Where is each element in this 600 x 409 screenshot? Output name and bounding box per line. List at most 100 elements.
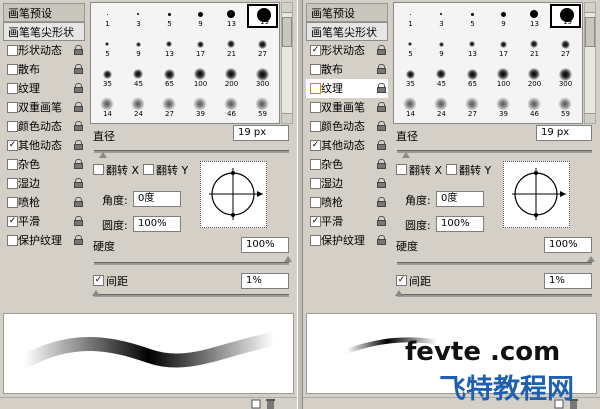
checkbox-icon[interactable]: ✓ [310,140,321,151]
lock-icon[interactable] [377,45,386,55]
brush-preset[interactable]: 5 [154,4,185,28]
checkbox-icon[interactable] [310,197,321,208]
trash-icon[interactable] [266,399,275,409]
flip-y-checkbox[interactable] [446,164,457,175]
checkbox-icon[interactable] [7,197,18,208]
lock-icon[interactable] [74,235,83,245]
sidebar-item[interactable]: 湿边 [306,174,388,193]
sidebar-item[interactable]: 纹理 [306,79,388,98]
sidebar-item[interactable]: 喷枪 [3,193,85,212]
scroll-arrow-icon[interactable] [585,113,595,123]
brush-preset[interactable]: 5 [395,34,426,58]
brush-preset[interactable]: 17 [185,34,216,58]
brush-preset[interactable]: 9 [185,4,216,28]
lock-icon[interactable] [74,64,83,74]
brush-preset[interactable]: 59 [550,94,581,118]
lock-icon[interactable] [377,121,386,131]
brush-preset[interactable]: 100 [185,64,216,88]
angle-input[interactable]: 0度 [436,191,484,207]
diameter-slider[interactable] [94,150,289,153]
checkbox-icon[interactable] [7,102,18,113]
brush-preset[interactable]: 14 [395,94,426,118]
lock-icon[interactable] [74,121,83,131]
lock-icon[interactable] [377,197,386,207]
scroll-arrow-icon[interactable] [282,3,292,13]
sidebar-item[interactable]: 散布 [3,60,85,79]
checkbox-icon[interactable] [7,64,18,75]
brush-preset[interactable]: 21 [519,34,550,58]
brush-preset[interactable]: 39 [488,94,519,118]
brush-preset[interactable]: 9 [123,34,154,58]
brush-preset[interactable]: 35 [92,64,123,88]
sidebar-item[interactable]: ✓ 其他动态 [306,136,388,155]
checkbox-icon[interactable] [7,83,18,94]
flip-y-checkbox[interactable] [143,164,154,175]
brush-preset[interactable]: 39 [185,94,216,118]
brush-angle-wheel[interactable] [503,161,570,228]
brush-grid-scrollbar[interactable] [281,2,293,124]
roundness-input[interactable]: 100% [133,216,181,232]
checkbox-icon[interactable]: ✓ [7,140,18,151]
brush-preset[interactable]: 59 [247,94,278,118]
brush-preset[interactable]: 9 [488,4,519,28]
brush-preset[interactable]: 21 [216,34,247,58]
sidebar-item[interactable]: 杂色 [306,155,388,174]
brush-preset[interactable]: 27 [154,94,185,118]
brush-preset[interactable]: 65 [457,64,488,88]
slider-thumb-icon[interactable] [395,290,403,296]
lock-icon[interactable] [74,83,83,93]
sidebar-item[interactable]: 画笔预设 [3,3,85,22]
brush-preset[interactable]: 19 [247,4,278,28]
scroll-arrow-icon[interactable] [585,3,595,13]
sidebar-item[interactable]: 颜色动态 [306,117,388,136]
roundness-input[interactable]: 100% [436,216,484,232]
diameter-slider[interactable] [397,150,592,153]
sidebar-item[interactable]: 画笔笔尖形状 [306,22,388,41]
brush-preset[interactable]: 5 [457,4,488,28]
brush-preset[interactable]: 65 [154,64,185,88]
brush-preset[interactable]: 19 [550,4,581,28]
brush-preset[interactable]: 300 [550,64,581,88]
lock-icon[interactable] [377,140,386,150]
brush-preset[interactable]: 45 [426,64,457,88]
lock-icon[interactable] [74,102,83,112]
spacing-slider[interactable] [94,294,289,297]
scroll-thumb[interactable] [282,17,292,47]
lock-icon[interactable] [74,197,83,207]
checkbox-icon[interactable]: ✓ [7,216,18,227]
brush-preset[interactable]: 27 [550,34,581,58]
sidebar-item[interactable]: 喷枪 [306,193,388,212]
hardness-slider[interactable] [94,262,289,265]
brush-preset[interactable]: 3 [426,4,457,28]
slider-thumb-icon[interactable] [284,256,292,262]
lock-icon[interactable] [74,140,83,150]
flip-x-checkbox[interactable] [93,164,104,175]
brush-preset[interactable]: 13 [216,4,247,28]
sidebar-item[interactable]: ✓ 其他动态 [3,136,85,155]
sidebar-item[interactable]: ✓ 平滑 [3,212,85,231]
brush-preset[interactable]: 200 [216,64,247,88]
checkbox-icon[interactable] [310,178,321,189]
angle-input[interactable]: 0度 [133,191,181,207]
scroll-arrow-icon[interactable] [282,113,292,123]
brush-preset[interactable]: 100 [488,64,519,88]
brush-preset[interactable]: 200 [519,64,550,88]
brush-preset[interactable]: 13 [154,34,185,58]
brush-preset[interactable]: 9 [426,34,457,58]
lock-icon[interactable] [74,159,83,169]
brush-preset[interactable]: 3 [123,4,154,28]
checkbox-icon[interactable] [310,235,321,246]
sidebar-item[interactable]: 保护纹理 [3,231,85,250]
brush-angle-wheel[interactable] [200,161,267,228]
brush-grid-scrollbar[interactable] [584,2,596,124]
brush-preset[interactable]: 5 [92,34,123,58]
checkbox-icon[interactable] [7,45,18,56]
lock-icon[interactable] [377,64,386,74]
slider-thumb-icon[interactable] [99,152,107,158]
brush-preset[interactable]: 46 [216,94,247,118]
sidebar-item[interactable]: 散布 [306,60,388,79]
sidebar-item[interactable]: 画笔笔尖形状 [3,22,85,41]
checkbox-icon[interactable] [310,121,321,132]
new-brush-icon[interactable] [251,399,261,409]
checkbox-icon[interactable]: ✓ [310,216,321,227]
